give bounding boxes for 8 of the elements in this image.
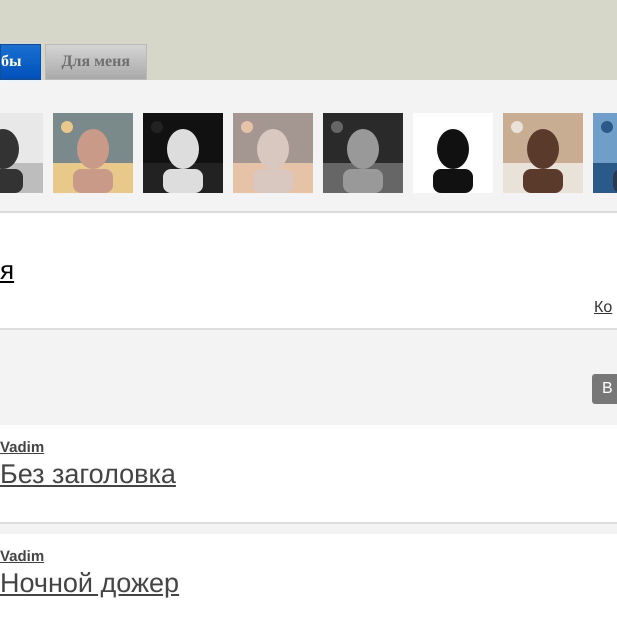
comments-link[interactable]: Ко [594,300,612,316]
author-link[interactable]: Vadim [0,439,44,457]
action-button[interactable]: В [592,374,617,404]
page-title-link[interactable]: я [0,257,14,283]
post-title-link[interactable]: Без заголовка [0,457,176,491]
author-link[interactable]: Vadim [0,548,44,566]
tab[interactable]: бы [0,44,40,80]
post-title-link[interactable]: Ночной дожер [0,566,180,600]
